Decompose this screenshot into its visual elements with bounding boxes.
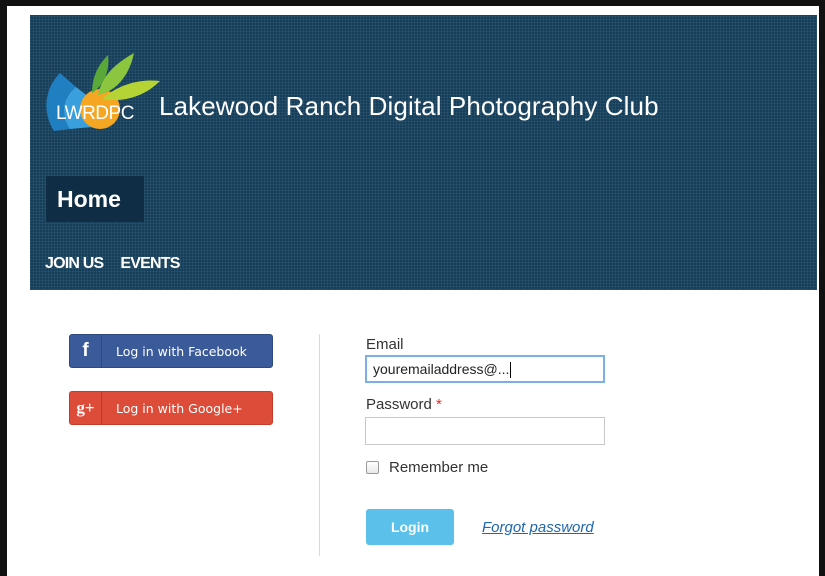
google-login-button[interactable]: g+ Log in with Google+ bbox=[69, 391, 273, 425]
remember-me[interactable]: Remember me bbox=[366, 459, 488, 476]
window-frame: LWRDPC Lakewood Ranch Digital Photograph… bbox=[0, 0, 825, 576]
remember-me-label[interactable]: Remember me bbox=[389, 459, 488, 476]
facebook-login-label: Log in with Facebook bbox=[116, 343, 247, 359]
facebook-login-button[interactable]: f Log in with Facebook bbox=[69, 334, 273, 368]
site-title[interactable]: Lakewood Ranch Digital Photography Club bbox=[159, 91, 659, 122]
required-marker: * bbox=[436, 396, 442, 413]
logo-text: LWRDPC bbox=[56, 103, 134, 124]
password-label: Password * bbox=[366, 396, 442, 413]
email-label: Email bbox=[366, 336, 404, 353]
facebook-icon: f bbox=[70, 335, 102, 367]
login-button[interactable]: Login bbox=[366, 509, 454, 545]
site-header: LWRDPC Lakewood Ranch Digital Photograph… bbox=[30, 15, 817, 290]
vertical-divider bbox=[319, 334, 320, 556]
password-field[interactable] bbox=[365, 417, 605, 445]
text-caret bbox=[510, 362, 512, 379]
nav-item-events[interactable]: EVENTS bbox=[120, 255, 180, 273]
remember-me-checkbox[interactable] bbox=[366, 461, 379, 474]
login-panel: f Log in with Facebook g+ Log in with Go… bbox=[45, 290, 817, 576]
page-title-home: Home bbox=[46, 176, 144, 222]
main-nav: JOIN US EVENTS bbox=[45, 255, 180, 273]
password-label-text: Password bbox=[366, 396, 432, 413]
google-login-label: Log in with Google+ bbox=[116, 400, 243, 416]
forgot-password-link[interactable]: Forgot password bbox=[482, 519, 594, 536]
email-field[interactable]: youremailaddress@... bbox=[365, 355, 605, 383]
email-value: youremailaddress@... bbox=[373, 361, 510, 377]
nav-item-join-us[interactable]: JOIN US bbox=[45, 255, 104, 273]
google-plus-icon: g+ bbox=[70, 392, 102, 424]
club-logo-icon bbox=[46, 53, 160, 131]
